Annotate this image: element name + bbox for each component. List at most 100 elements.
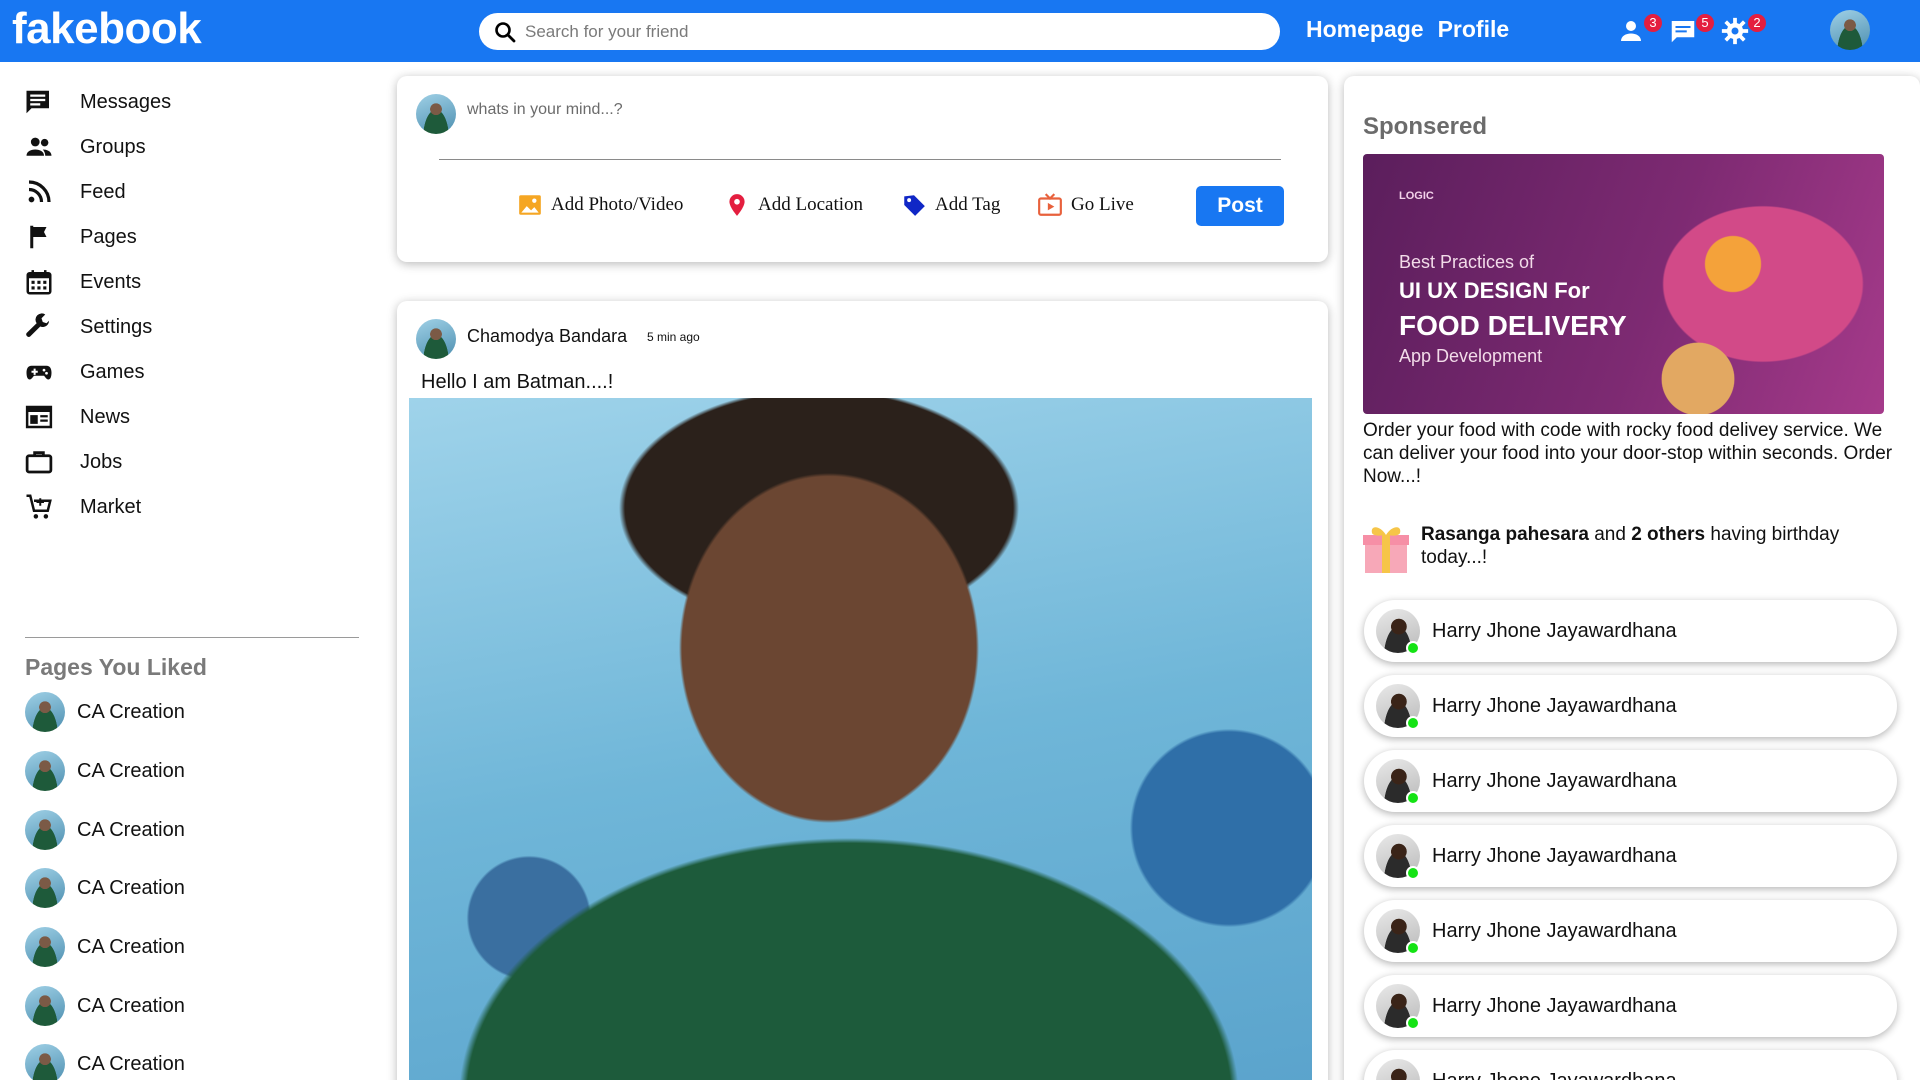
left-sidebar: Messages Groups Feed Pages Events Settin… bbox=[0, 62, 380, 1080]
online-friend-item[interactable]: Harry Jhone Jayawardhana bbox=[1364, 675, 1897, 737]
sidebar-item-market[interactable]: Market bbox=[24, 487, 141, 527]
search-bar[interactable] bbox=[479, 13, 1280, 50]
sponsored-ad-image[interactable]: LOGIC Best Practices of UI UX DESIGN For… bbox=[1363, 154, 1884, 414]
liked-page-label: CA Creation bbox=[77, 759, 185, 782]
settings-badge: 2 bbox=[1748, 14, 1766, 32]
sidebar-item-games[interactable]: Games bbox=[24, 352, 144, 392]
sidebar-item-label: Messages bbox=[80, 90, 172, 113]
friend-avatar bbox=[1376, 684, 1420, 730]
liked-page-label: CA Creation bbox=[77, 935, 185, 958]
post-composer: Add Photo/Video Add Location Add Tag Go … bbox=[397, 76, 1328, 262]
location-pin-icon bbox=[729, 194, 745, 216]
composer-divider bbox=[439, 159, 1281, 160]
online-status-dot bbox=[1406, 1016, 1420, 1030]
add-photo-video-label: Add Photo/Video bbox=[551, 194, 684, 215]
online-friend-item[interactable]: Harry Jhone Jayawardhana bbox=[1364, 600, 1897, 662]
sidebar-item-feed[interactable]: Feed bbox=[24, 172, 126, 212]
liked-page-label: CA Creation bbox=[77, 994, 185, 1017]
add-photo-video-button[interactable]: Add Photo/Video bbox=[517, 192, 683, 218]
sidebar-item-settings[interactable]: Settings bbox=[24, 307, 152, 347]
post-button[interactable]: Post bbox=[1196, 186, 1284, 226]
friend-avatar bbox=[1376, 1059, 1420, 1080]
search-icon bbox=[495, 21, 516, 42]
friend-requests-button[interactable]: 3 bbox=[1616, 14, 1664, 46]
liked-page-label: CA Creation bbox=[77, 876, 185, 899]
app-logo[interactable]: fakebook bbox=[12, 4, 202, 54]
liked-page-item[interactable]: CA Creation bbox=[25, 868, 185, 908]
ad-description: Order your food with code with rocky foo… bbox=[1363, 420, 1893, 487]
page-avatar bbox=[25, 810, 65, 850]
friend-avatar bbox=[1376, 609, 1420, 655]
friend-name: Harry Jhone Jayawardhana bbox=[1432, 769, 1677, 792]
liked-page-item[interactable]: CA Creation bbox=[25, 810, 185, 850]
messages-badge: 5 bbox=[1696, 14, 1714, 32]
friend-name: Harry Jhone Jayawardhana bbox=[1432, 1070, 1677, 1080]
post-photo[interactable] bbox=[409, 398, 1312, 1080]
sidebar-item-jobs[interactable]: Jobs bbox=[24, 442, 122, 482]
liked-page-item[interactable]: CA Creation bbox=[25, 986, 185, 1026]
birthday-name[interactable]: Rasanga pahesara bbox=[1421, 524, 1589, 545]
sidebar-item-events[interactable]: Events bbox=[24, 262, 141, 302]
online-friend-item[interactable]: Harry Jhone Jayawardhana bbox=[1364, 975, 1897, 1037]
briefcase-icon bbox=[25, 451, 53, 474]
sidebar-item-label: Games bbox=[80, 360, 145, 383]
liked-page-item[interactable]: CA Creation bbox=[25, 751, 185, 791]
messages-icon bbox=[26, 90, 49, 114]
go-live-button[interactable]: Go Live bbox=[1037, 192, 1134, 218]
sidebar-item-label: Pages bbox=[80, 225, 137, 248]
news-icon bbox=[25, 405, 53, 429]
friend-requests-badge: 3 bbox=[1644, 14, 1662, 32]
online-friend-item[interactable]: Harry Jhone Jayawardhana bbox=[1364, 900, 1897, 962]
online-status-dot bbox=[1406, 866, 1420, 880]
top-icons: 3 5 2 bbox=[1616, 14, 1768, 46]
birthday-others[interactable]: 2 others bbox=[1631, 524, 1705, 545]
birthday-notice[interactable]: Rasanga pahesara and 2 others having bir… bbox=[1361, 519, 1901, 575]
online-friend-item[interactable]: Harry Jhone Jayawardhana bbox=[1364, 750, 1897, 812]
online-status-dot bbox=[1406, 641, 1420, 655]
search-input[interactable] bbox=[525, 21, 1245, 42]
profile-avatar[interactable] bbox=[1830, 10, 1870, 50]
friend-name: Harry Jhone Jayawardhana bbox=[1432, 919, 1677, 942]
flag-icon bbox=[30, 225, 47, 249]
settings-button[interactable]: 2 bbox=[1720, 14, 1768, 46]
add-tag-button[interactable]: Add Tag bbox=[901, 192, 1000, 218]
sidebar-item-label: Jobs bbox=[80, 450, 123, 473]
online-friend-item[interactable]: Harry Jhone Jayawardhana bbox=[1364, 825, 1897, 887]
ad-brand-logo: LOGIC bbox=[1399, 190, 1434, 202]
ad-line: App Development bbox=[1399, 346, 1543, 366]
friend-avatar bbox=[1376, 909, 1420, 955]
gamepad-icon bbox=[26, 365, 52, 380]
birthday-text: Rasanga pahesara and 2 others having bir… bbox=[1421, 523, 1901, 575]
liked-page-item[interactable]: CA Creation bbox=[25, 927, 185, 967]
top-navbar: fakebook Homepage Profile 3 5 2 bbox=[0, 0, 1920, 62]
wrench-icon bbox=[26, 313, 50, 337]
ad-line: UI UX DESIGN For bbox=[1399, 278, 1590, 303]
liked-page-label: CA Creation bbox=[77, 818, 185, 841]
online-status-dot bbox=[1406, 791, 1420, 805]
sponsored-title: Sponsered bbox=[1363, 113, 1488, 140]
sidebar-item-pages[interactable]: Pages bbox=[24, 217, 137, 257]
online-friend-item[interactable]: Harry Jhone Jayawardhana bbox=[1364, 1050, 1897, 1080]
liked-page-item[interactable]: CA Creation bbox=[25, 1044, 185, 1080]
liked-pages-title: Pages You Liked bbox=[25, 654, 207, 680]
person-icon bbox=[1621, 21, 1641, 41]
friend-name: Harry Jhone Jayawardhana bbox=[1432, 844, 1677, 867]
feed-post: Chamodya Bandara 5 min ago Hello I am Ba… bbox=[397, 301, 1328, 1080]
cart-icon bbox=[26, 494, 52, 519]
post-author[interactable]: Chamodya Bandara bbox=[467, 326, 627, 347]
profile-link[interactable]: Profile bbox=[1438, 16, 1510, 43]
friend-name: Harry Jhone Jayawardhana bbox=[1432, 694, 1677, 717]
friend-avatar bbox=[1376, 834, 1420, 880]
author-avatar[interactable] bbox=[416, 319, 456, 359]
page-avatar bbox=[25, 868, 65, 908]
liked-page-item[interactable]: CA Creation bbox=[25, 692, 185, 732]
sidebar-item-news[interactable]: News bbox=[24, 397, 130, 437]
composer-avatar bbox=[416, 94, 456, 134]
add-location-button[interactable]: Add Location bbox=[724, 192, 863, 218]
homepage-link[interactable]: Homepage bbox=[1306, 16, 1424, 43]
messages-button[interactable]: 5 bbox=[1668, 14, 1716, 46]
sidebar-item-messages[interactable]: Messages bbox=[24, 82, 171, 122]
sidebar-item-groups[interactable]: Groups bbox=[24, 127, 146, 167]
post-text: Hello I am Batman....! bbox=[421, 371, 614, 393]
composer-input[interactable] bbox=[467, 101, 1067, 119]
